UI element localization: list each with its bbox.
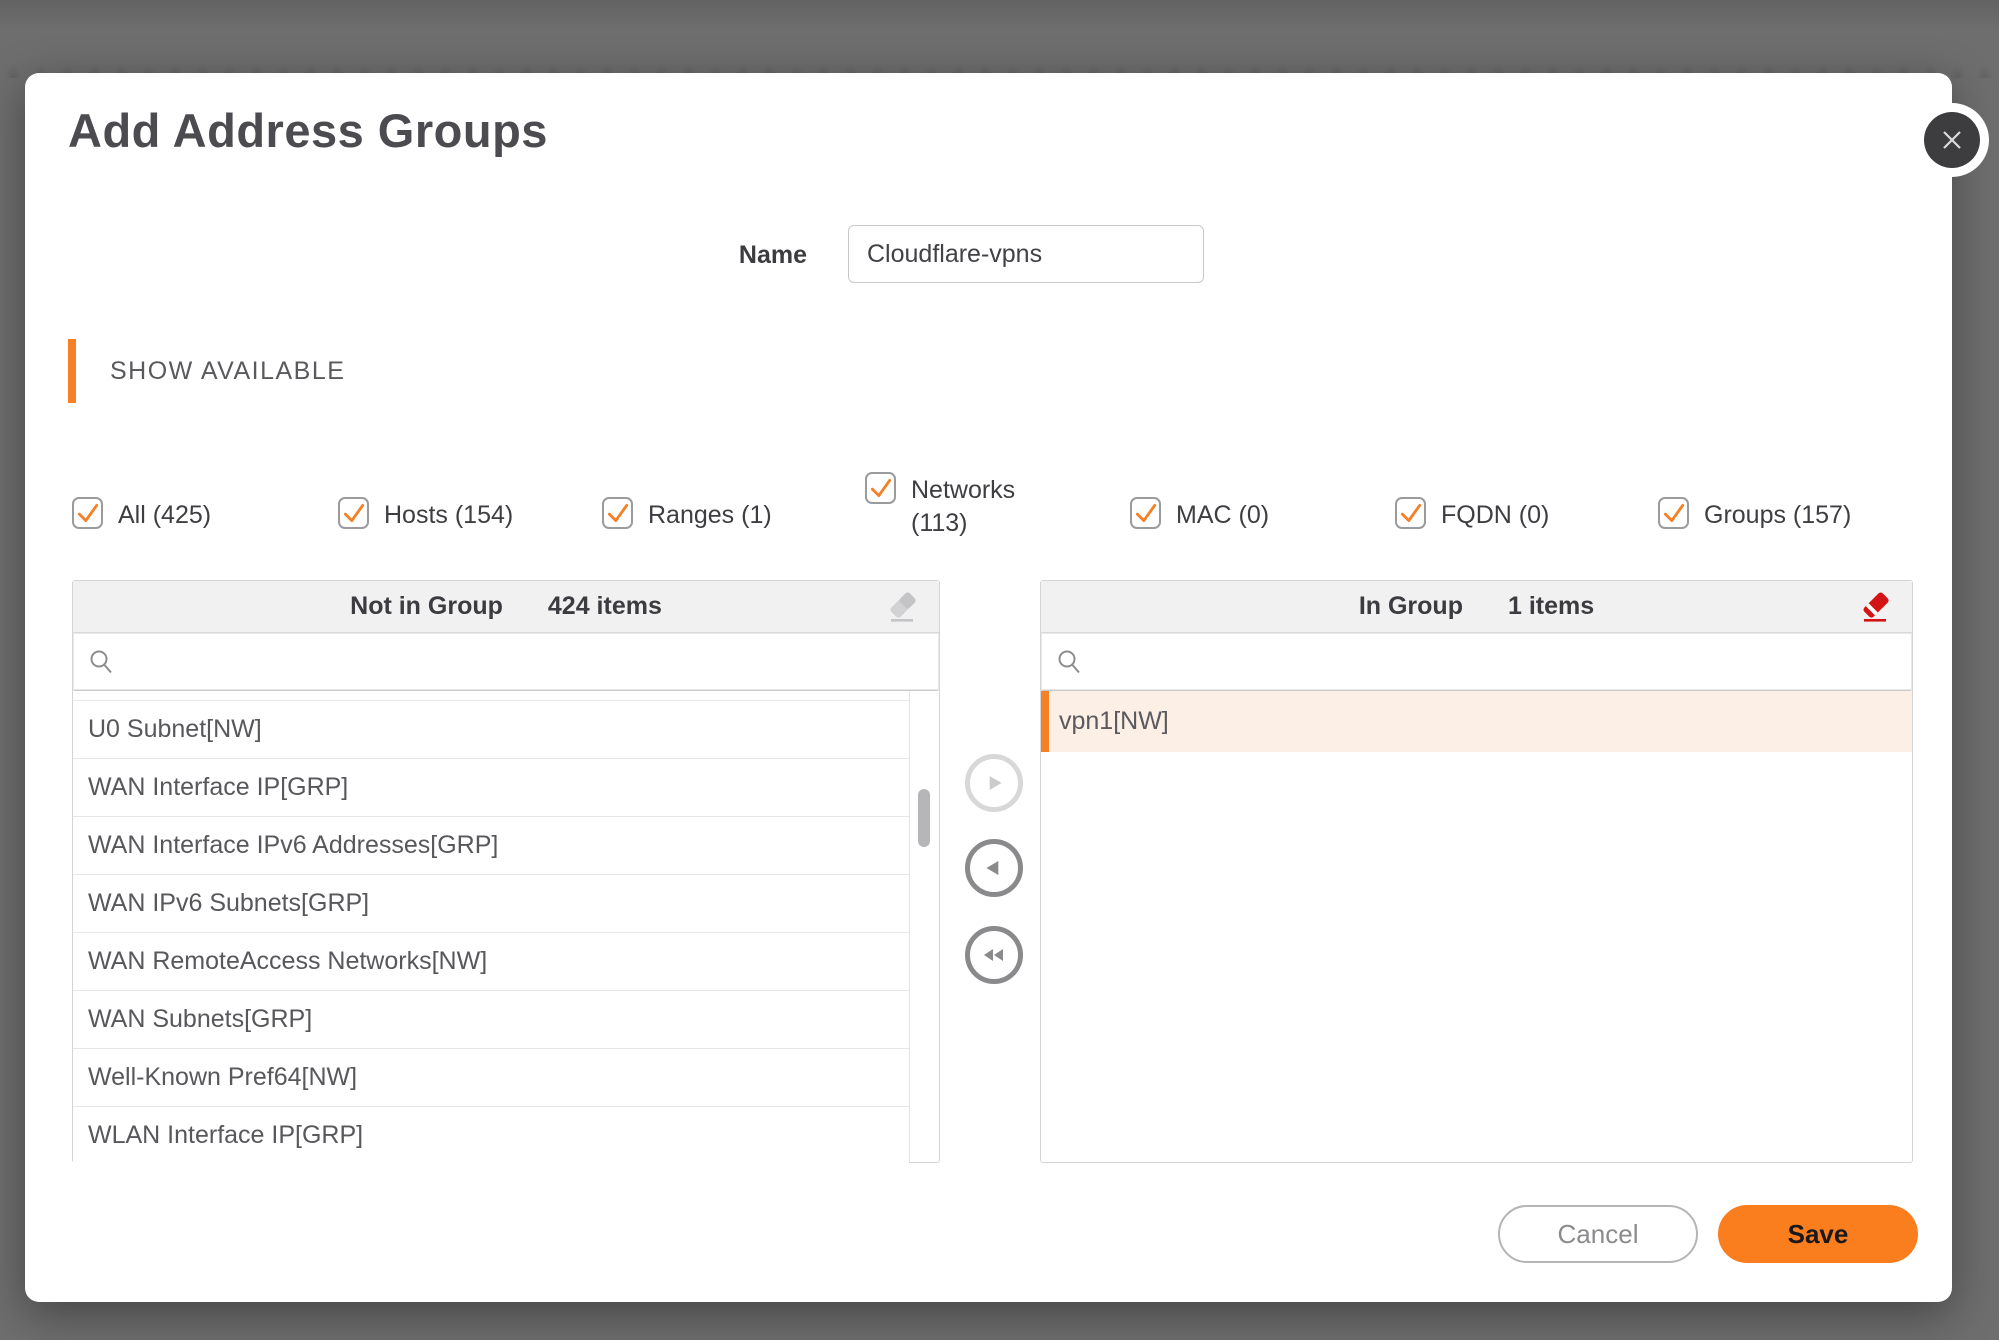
filter-checkbox-networks[interactable]: Networks (113) [865, 472, 1029, 540]
in-group-search [1041, 633, 1912, 691]
filter-checkbox-mac[interactable]: MAC (0) [1130, 497, 1269, 532]
name-input[interactable] [848, 225, 1204, 283]
panel-title: Not in Group [350, 592, 503, 621]
list-item[interactable]: WAN IPv6 Subnets[GRP] [73, 875, 910, 933]
show-available-section: SHOW AVAILABLE [68, 339, 345, 403]
filter-label: Ranges (1) [648, 497, 772, 532]
move-to-group-button[interactable] [965, 754, 1023, 812]
filter-checkbox-hosts[interactable]: Hosts (154) [338, 497, 513, 532]
remove-all-from-group-button[interactable] [965, 926, 1023, 984]
list-item[interactable]: U0 Subnet[NW] [73, 701, 910, 759]
filter-checkbox-all[interactable]: All (425) [72, 497, 211, 532]
in-group-header: In Group 1 items [1041, 581, 1912, 633]
remove-from-group-button[interactable] [965, 839, 1023, 897]
save-button[interactable]: Save [1718, 1205, 1918, 1263]
search-input[interactable] [115, 633, 939, 690]
filter-checkbox-fqdn[interactable]: FQDN (0) [1395, 497, 1549, 532]
filter-label: MAC (0) [1176, 497, 1269, 532]
list-item[interactable]: WAN RemoteAccess Networks[NW] [73, 933, 910, 991]
clear-group-button[interactable] [1856, 589, 1894, 627]
list-item[interactable]: WAN Subnets[GRP] [73, 991, 910, 1049]
checkbox-checked-icon[interactable] [602, 497, 633, 529]
not-in-group-list: U0 Subnet[NW] WAN Interface IP[GRP] WAN … [73, 691, 939, 1163]
close-icon [1937, 125, 1967, 155]
checkbox-checked-icon[interactable] [1395, 497, 1426, 529]
in-group-list: vpn1[NW] [1041, 691, 1912, 1163]
overlay-backdrop-pattern [0, 30, 1999, 78]
not-in-group-header: Not in Group 424 items [73, 581, 939, 633]
list-item[interactable]: WAN Interface IPv6 Addresses[GRP] [73, 817, 910, 875]
checkbox-checked-icon[interactable] [338, 497, 369, 529]
panel-title: In Group [1359, 592, 1463, 621]
add-address-groups-dialog: Add Address Groups Name SHOW AVAILABLE A… [25, 73, 1952, 1302]
filter-label: FQDN (0) [1441, 497, 1549, 532]
checkbox-checked-icon[interactable] [1658, 497, 1689, 529]
search-icon [87, 648, 115, 676]
selected-group-member[interactable]: vpn1[NW] [1041, 691, 1912, 752]
cancel-button[interactable]: Cancel [1498, 1205, 1698, 1263]
panel-item-count: 424 items [548, 592, 662, 621]
checkbox-checked-icon[interactable] [865, 472, 896, 504]
double-arrow-left-icon [979, 942, 1009, 968]
list-item[interactable]: Well-Known Pref64[NW] [73, 1049, 910, 1107]
search-input[interactable] [1083, 633, 1912, 690]
filter-label: Networks (113) [911, 472, 1029, 540]
name-label: Name [697, 241, 807, 270]
checkbox-checked-icon[interactable] [72, 497, 103, 529]
scroll-gutter-divider [909, 691, 910, 1163]
dialog-title: Add Address Groups [68, 103, 548, 158]
arrow-left-icon [981, 855, 1007, 881]
close-button[interactable] [1924, 112, 1980, 168]
overlay-backdrop-top [0, 0, 1999, 30]
filter-label: Groups (157) [1704, 497, 1851, 532]
filter-label: Hosts (154) [384, 497, 513, 532]
filter-checkbox-ranges[interactable]: Ranges (1) [602, 497, 772, 532]
list-item[interactable]: WAN Interface IP[GRP] [73, 759, 910, 817]
checkbox-checked-icon[interactable] [1130, 497, 1161, 529]
filter-checkbox-groups[interactable]: Groups (157) [1658, 497, 1851, 532]
clear-selection-button[interactable] [883, 589, 921, 627]
list-row-partial [73, 691, 910, 701]
arrow-right-icon [981, 770, 1007, 796]
not-in-group-panel: Not in Group 424 items U0 Subne [72, 580, 940, 1163]
not-in-group-search [73, 633, 939, 691]
scrollbar-thumb[interactable] [918, 789, 930, 847]
eraser-red-icon [1856, 589, 1894, 627]
section-title: SHOW AVAILABLE [110, 357, 345, 386]
search-icon [1055, 648, 1083, 676]
list-item[interactable]: WLAN Interface IP[GRP] [73, 1107, 910, 1163]
in-group-panel: In Group 1 items vpn1[NW] [1040, 580, 1913, 1163]
section-accent-bar [68, 339, 76, 403]
panel-item-count: 1 items [1508, 592, 1594, 621]
eraser-icon [883, 589, 921, 627]
filter-label: All (425) [118, 497, 211, 532]
